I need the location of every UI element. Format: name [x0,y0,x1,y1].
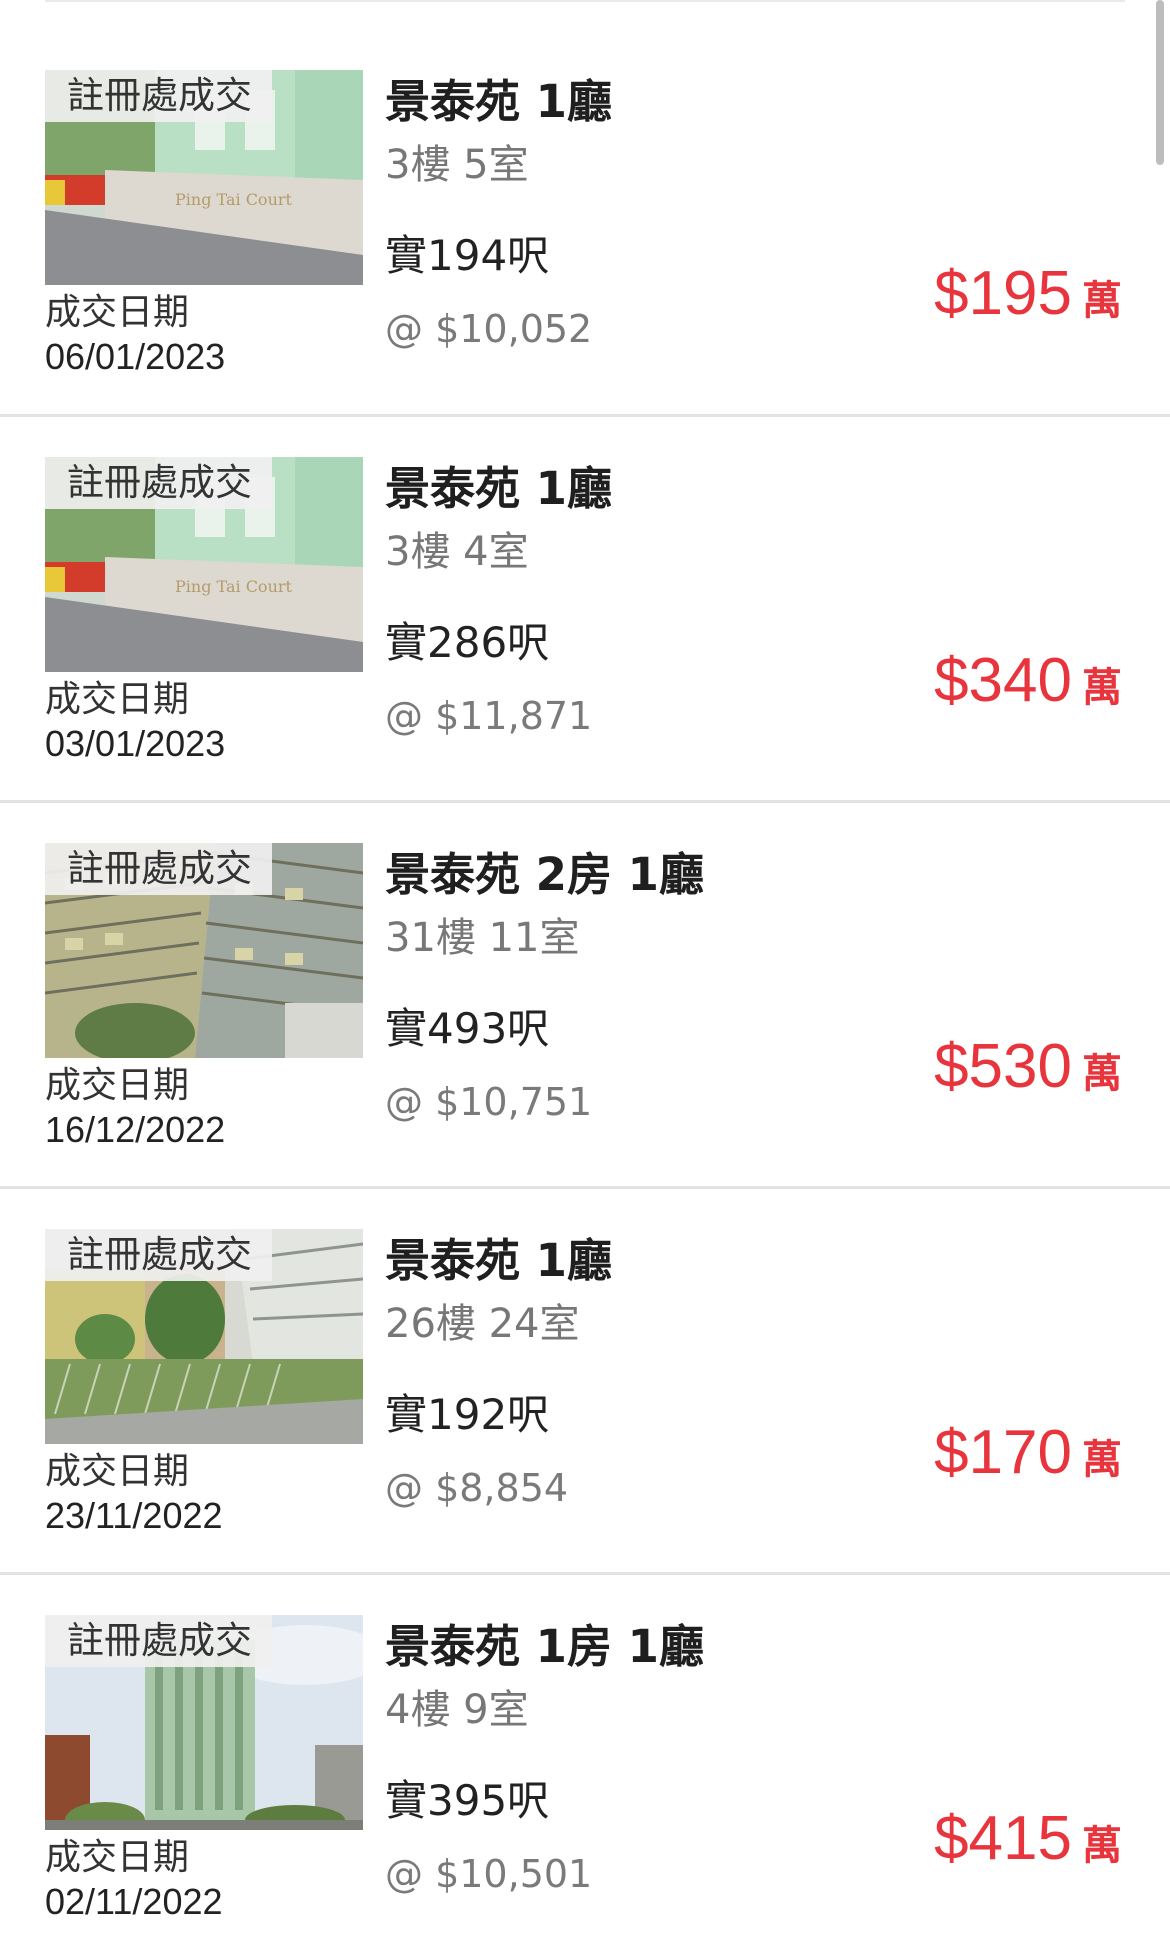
transaction-price: $415 萬 [934,1803,1122,1874]
svg-text:Ping Tai Court: Ping Tai Court [175,190,293,209]
registry-badge: 註冊處成交 [45,70,272,122]
transaction-price: $170 萬 [934,1417,1122,1488]
estate-photo: Ping Tai Court 註冊處成交 [45,70,363,285]
listing-title: 景泰苑 1廳 [385,1234,612,1287]
price-unit: 萬 [1082,1437,1122,1483]
transaction-row[interactable]: 註冊處成交 成交日期 23/11/2022 景泰苑 1廳 26樓 24室 實19… [0,1189,1170,1575]
price-amount: $415 [934,1804,1072,1873]
saleable-area: 實395呎 [385,1776,550,1825]
listing-title: 景泰苑 1廳 [385,462,612,515]
date-label: 成交日期 [45,1065,190,1106]
floor-unit: 3樓 4室 [385,529,529,575]
registry-badge: 註冊處成交 [45,457,272,509]
listing-title: 景泰苑 2房 1廳 [385,848,704,901]
transaction-list-page: Ping Tai Court 註冊處成交 成交日期 06/01/2023 景泰苑… [0,0,1170,1944]
price-per-sqft: @ $11,871 [385,694,593,738]
price-amount: $195 [934,259,1072,328]
floor-unit: 4樓 9室 [385,1687,529,1733]
transaction-list[interactable]: Ping Tai Court 註冊處成交 成交日期 06/01/2023 景泰苑… [0,0,1170,1944]
price-per-sqft: @ $10,052 [385,307,593,351]
saleable-area: 實192呎 [385,1390,550,1439]
transaction-price: $195 萬 [934,258,1122,329]
estate-photo: Ping Tai Court 註冊處成交 [45,457,363,672]
floor-unit: 31樓 11室 [385,915,580,961]
transaction-date: 16/12/2022 [45,1109,226,1150]
transaction-row[interactable]: Ping Tai Court 註冊處成交 成交日期 03/01/2023 景泰苑… [0,417,1170,803]
registry-badge: 註冊處成交 [45,843,272,895]
registry-badge: 註冊處成交 [45,1229,272,1281]
transaction-date: 23/11/2022 [45,1495,223,1536]
transaction-date: 06/01/2023 [45,336,226,377]
price-per-sqft: @ $8,854 [385,1466,569,1510]
listing-title: 景泰苑 1房 1廳 [385,1620,704,1673]
estate-photo: 註冊處成交 [45,1615,363,1830]
transaction-date: 03/01/2023 [45,723,226,764]
estate-photo: 註冊處成交 [45,843,363,1058]
transaction-price: $530 萬 [934,1031,1122,1102]
saleable-area: 實493呎 [385,1004,550,1053]
scrollbar[interactable] [1156,0,1164,165]
estate-photo: 註冊處成交 [45,1229,363,1444]
price-unit: 萬 [1082,278,1122,324]
date-label: 成交日期 [45,1837,190,1878]
saleable-area: 實194呎 [385,231,550,280]
price-unit: 萬 [1082,665,1122,711]
transaction-date: 02/11/2022 [45,1881,223,1922]
date-label: 成交日期 [45,1451,190,1492]
registry-badge: 註冊處成交 [45,1615,272,1667]
price-per-sqft: @ $10,501 [385,1852,593,1896]
saleable-area: 實286呎 [385,618,550,667]
date-label: 成交日期 [45,292,190,333]
price-amount: $170 [934,1418,1072,1487]
floor-unit: 3樓 5室 [385,142,529,188]
date-label: 成交日期 [45,679,190,720]
price-amount: $340 [934,646,1072,715]
floor-unit: 26樓 24室 [385,1301,580,1347]
price-unit: 萬 [1082,1823,1122,1869]
svg-text:Ping Tai Court: Ping Tai Court [175,577,293,596]
transaction-row[interactable]: 註冊處成交 成交日期 16/12/2022 景泰苑 2房 1廳 31樓 11室 … [0,803,1170,1189]
transaction-row[interactable]: 註冊處成交 成交日期 02/11/2022 景泰苑 1房 1廳 4樓 9室 實3… [0,1575,1170,1944]
listing-title: 景泰苑 1廳 [385,75,612,128]
price-per-sqft: @ $10,751 [385,1080,593,1124]
price-amount: $530 [934,1032,1072,1101]
price-unit: 萬 [1082,1051,1122,1097]
transaction-price: $340 萬 [934,645,1122,716]
transaction-row[interactable]: Ping Tai Court 註冊處成交 成交日期 06/01/2023 景泰苑… [0,30,1170,417]
